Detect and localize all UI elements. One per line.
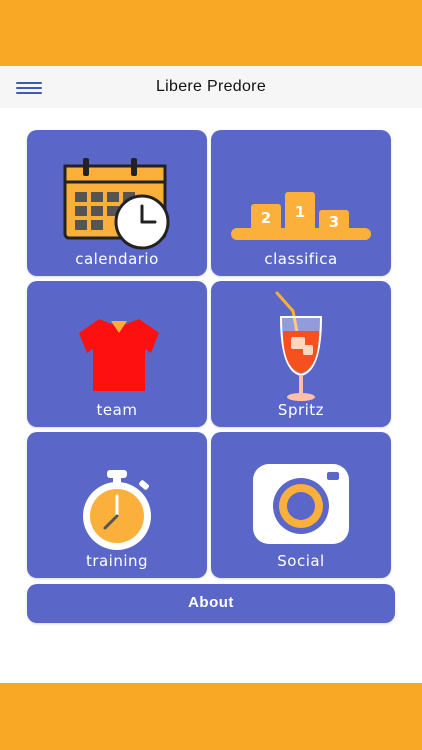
top-status-band bbox=[0, 0, 422, 66]
tile-label: training bbox=[85, 552, 149, 570]
podium-first: 1 bbox=[295, 203, 305, 221]
page-title: Libere Predore bbox=[155, 78, 267, 95]
tile-training[interactable]: training bbox=[27, 432, 207, 578]
about-label: About bbox=[188, 594, 234, 611]
tile-label: Social bbox=[277, 552, 325, 570]
bottom-band bbox=[0, 683, 422, 750]
tile-team[interactable]: team bbox=[27, 281, 207, 427]
tile-social[interactable]: Social bbox=[211, 432, 391, 578]
tile-classifica[interactable]: 2 1 3 classifica bbox=[211, 130, 391, 276]
tile-label: Spritz bbox=[277, 401, 325, 419]
about-button[interactable]: About bbox=[27, 584, 395, 623]
podium-third: 3 bbox=[329, 213, 339, 231]
tile-calendario[interactable]: calendario bbox=[27, 130, 207, 276]
navigation-bar: Libere Predore bbox=[0, 66, 422, 108]
tile-label: team bbox=[96, 401, 138, 419]
tile-spritz[interactable]: Spritz bbox=[211, 281, 391, 427]
podium-second: 2 bbox=[261, 209, 271, 227]
tile-label: calendario bbox=[75, 250, 159, 268]
tile-label: classifica bbox=[264, 250, 338, 268]
